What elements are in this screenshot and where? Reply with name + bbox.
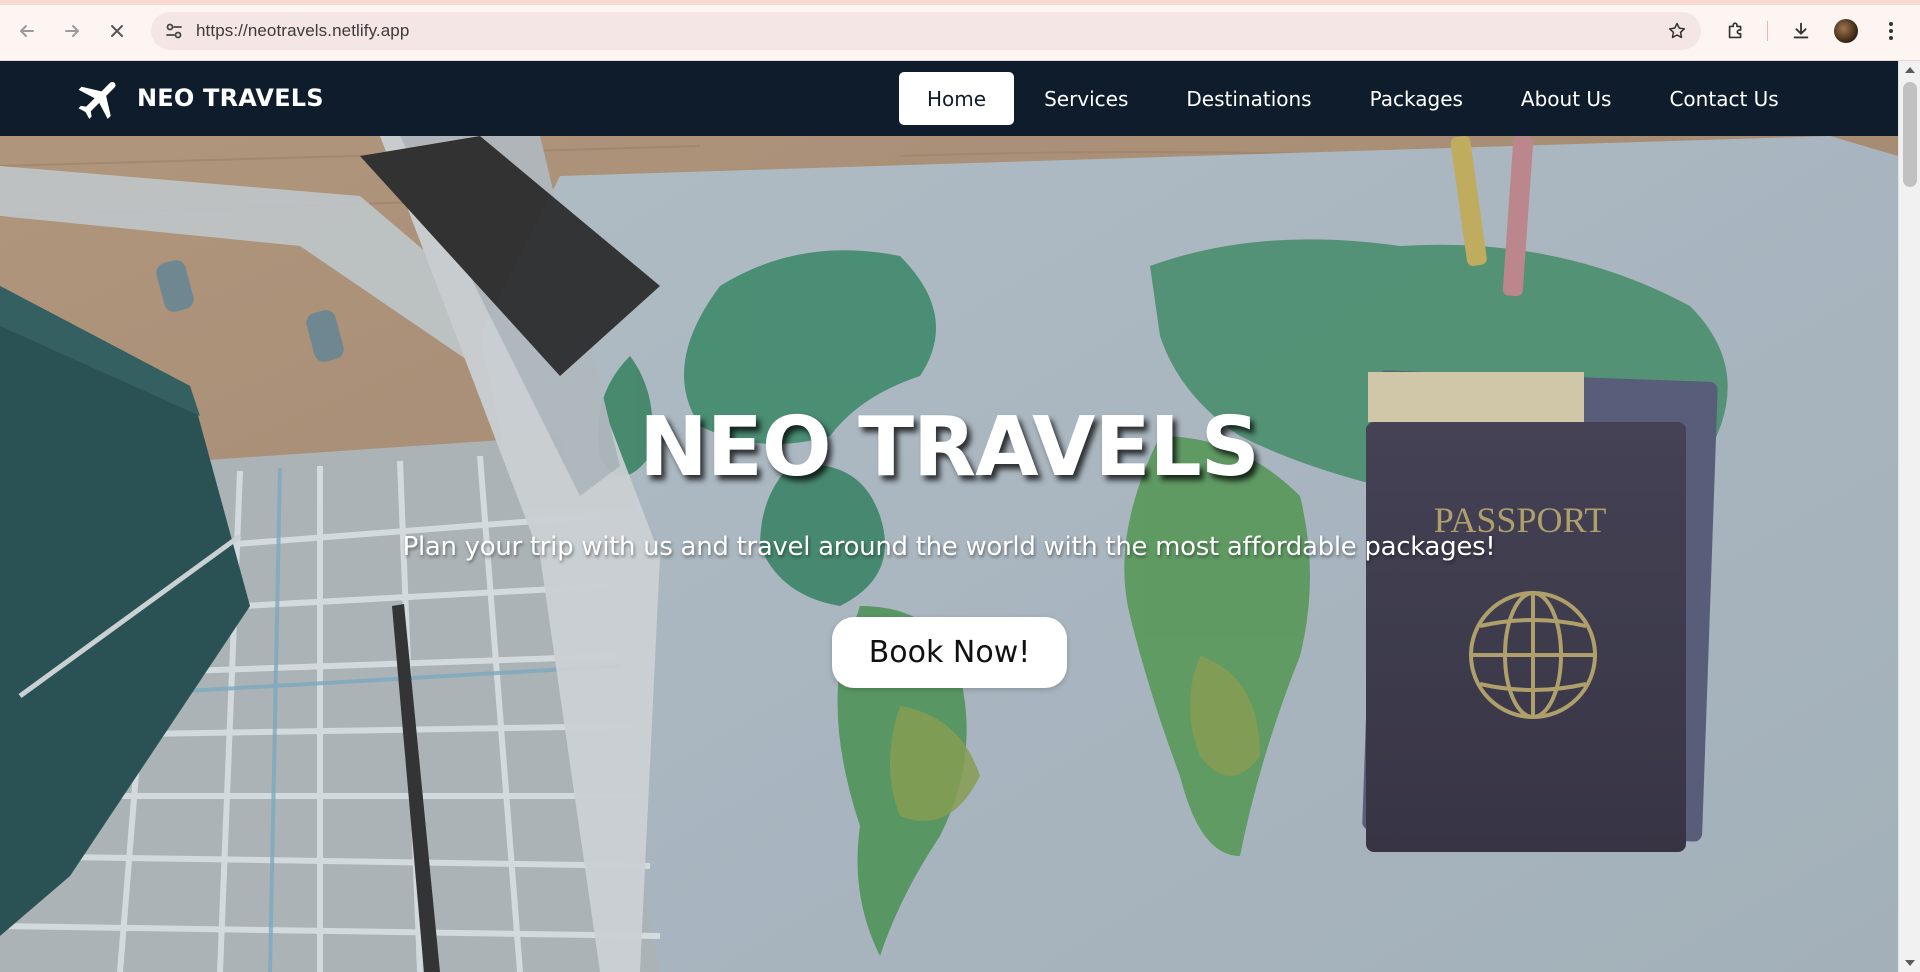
hero-title: NEO TRAVELS [639,400,1260,495]
back-button[interactable] [11,15,43,47]
stop-loading-button[interactable] [101,15,133,47]
address-bar[interactable]: https://neotravels.netlify.app [151,12,1701,50]
nav-contact-us[interactable]: Contact Us [1641,72,1806,125]
browser-toolbar: https://neotravels.netlify.app [0,0,1920,61]
site-navbar: NEO TRAVELS Home Services Destinations P… [0,61,1898,136]
hero-subtitle: Plan your trip with us and travel around… [402,532,1496,562]
hero-section: PASSPORT NEO TRAVELS Plan your trip with… [0,136,1898,972]
puzzle-icon [1728,22,1742,39]
more-vertical-icon [1889,22,1893,40]
profile-avatar[interactable] [1834,19,1858,43]
site-info-button[interactable] [161,18,187,44]
main-nav: Home Services Destinations Packages Abou… [899,72,1809,125]
nav-destinations[interactable]: Destinations [1158,72,1339,125]
page-viewport: NEO TRAVELS Home Services Destinations P… [0,61,1898,972]
star-icon [1668,22,1686,39]
site-logo-text[interactable]: NEO TRAVELS [137,84,324,112]
scroll-down-arrow-icon[interactable] [1905,960,1915,966]
page-scrollbar[interactable] [1898,61,1920,972]
scroll-up-arrow-icon[interactable] [1905,67,1915,73]
book-now-button[interactable]: Book Now! [832,617,1067,688]
tune-icon [166,23,182,39]
extensions-button[interactable] [1720,15,1752,47]
downloads-button[interactable] [1785,15,1817,47]
close-icon [111,25,123,37]
scrollbar-thumb[interactable] [1903,82,1917,187]
download-icon [1793,22,1809,39]
nav-home[interactable]: Home [899,72,1015,125]
bookmark-button[interactable] [1665,19,1689,43]
url-text[interactable]: https://neotravels.netlify.app [196,21,409,41]
airplane-icon[interactable] [74,73,126,125]
nav-about-us[interactable]: About Us [1493,72,1640,125]
arrow-left-icon [20,25,34,37]
arrow-right-icon [65,25,79,37]
browser-menu-button[interactable] [1875,15,1907,47]
tab-strip-edge [0,0,1920,5]
nav-services[interactable]: Services [1016,72,1156,125]
toolbar-divider [1767,21,1768,41]
nav-packages[interactable]: Packages [1342,72,1491,125]
forward-button[interactable] [56,15,88,47]
